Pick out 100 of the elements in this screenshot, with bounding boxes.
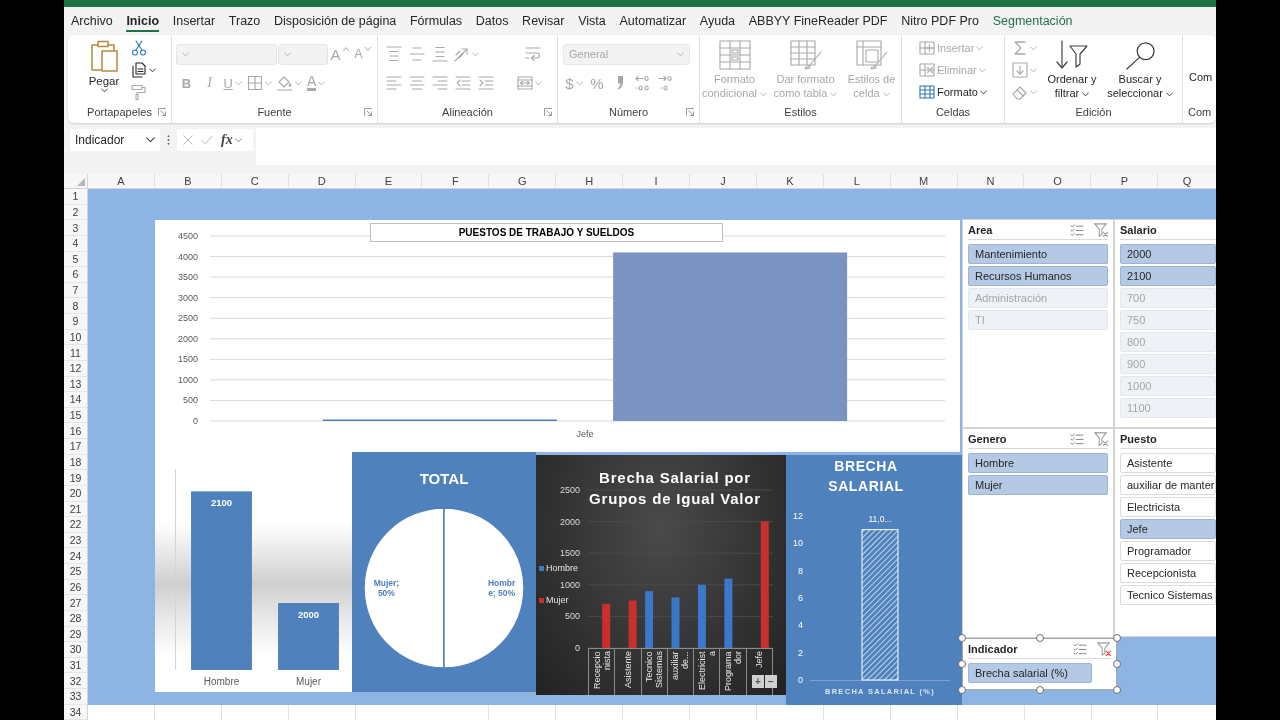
- ribbon-tab[interactable]: Inicio: [126, 12, 160, 32]
- slicer-item[interactable]: Hombre: [968, 453, 1108, 473]
- row-header[interactable]: 14: [64, 392, 87, 408]
- column-header[interactable]: F: [422, 174, 490, 188]
- ribbon-tab[interactable]: Datos: [475, 12, 509, 32]
- dialog-launcher-icon[interactable]: [686, 108, 694, 116]
- row-header[interactable]: 26: [64, 579, 87, 596]
- row-header[interactable]: 15: [64, 407, 87, 424]
- formula-input[interactable]: [256, 128, 1216, 165]
- row-header[interactable]: 32: [64, 673, 87, 689]
- ribbon-tab[interactable]: Fórmulas: [410, 12, 463, 32]
- row-header[interactable]: 22: [64, 517, 87, 533]
- dialog-launcher-icon[interactable]: [158, 108, 166, 116]
- funnel-cross-icon[interactable]: [1094, 431, 1108, 446]
- checklist-icon[interactable]: [1073, 642, 1087, 655]
- slicer-item[interactable]: Mantenimiento: [968, 244, 1108, 264]
- row-header[interactable]: 23: [64, 532, 87, 549]
- dialog-launcher-icon[interactable]: [364, 108, 372, 116]
- column-header[interactable]: G: [489, 174, 557, 188]
- row-header[interactable]: 34: [64, 704, 87, 720]
- ribbon-tab[interactable]: Archivo: [71, 12, 113, 32]
- resize-handle[interactable]: [1113, 634, 1121, 642]
- ribbon-tab[interactable]: Disposición de página: [274, 12, 397, 32]
- column-header[interactable]: H: [556, 174, 624, 188]
- paste-button[interactable]: Pegar: [81, 35, 127, 101]
- column-header[interactable]: I: [623, 174, 690, 188]
- slicer-item[interactable]: Recepcionista: [1120, 563, 1216, 583]
- checklist-icon[interactable]: [1070, 223, 1084, 236]
- row-header[interactable]: 24: [64, 548, 87, 564]
- resize-handle[interactable]: [1113, 660, 1121, 668]
- slicer-item[interactable]: Electricista: [1120, 497, 1216, 517]
- row-header[interactable]: 30: [64, 642, 87, 658]
- ribbon-tab[interactable]: ABBYY FineReader PDF: [748, 12, 888, 32]
- sort-filter-button[interactable]: Ordenar y filtrar: [1041, 35, 1103, 101]
- field-button[interactable]: −: [765, 675, 777, 688]
- row-header[interactable]: 3: [64, 220, 87, 236]
- row-header[interactable]: 11: [64, 345, 87, 361]
- row-header[interactable]: 21: [64, 501, 87, 518]
- corner-triangle-icon[interactable]: [77, 178, 85, 186]
- row-header[interactable]: 5: [64, 251, 87, 268]
- checklist-icon[interactable]: [1070, 432, 1084, 445]
- resize-handle[interactable]: [1035, 634, 1044, 642]
- funnel-cross-icon[interactable]: [1094, 222, 1108, 237]
- column-header[interactable]: P: [1091, 174, 1159, 188]
- slicer-item[interactable]: 2000: [1120, 244, 1216, 264]
- row-header[interactable]: 8: [64, 298, 87, 314]
- column-header[interactable]: C: [221, 174, 289, 188]
- row-header[interactable]: 10: [64, 329, 87, 346]
- slicer-item[interactable]: Mujer: [968, 475, 1108, 495]
- row-header[interactable]: 1: [64, 189, 87, 205]
- ribbon-tab[interactable]: Segmentación: [992, 12, 1073, 32]
- resize-handle[interactable]: [1035, 686, 1044, 694]
- column-header[interactable]: O: [1024, 174, 1092, 188]
- resize-handle[interactable]: [958, 686, 966, 694]
- copy-button[interactable]: [129, 59, 158, 81]
- ribbon-tab[interactable]: Automatizar: [619, 12, 687, 32]
- row-header[interactable]: 9: [64, 314, 87, 330]
- ribbon-tab[interactable]: Revisar: [522, 12, 565, 32]
- column-header[interactable]: J: [690, 174, 757, 188]
- addins-button[interactable]: Com: [1183, 35, 1213, 101]
- slicer-item[interactable]: Tecnico Sistemas: [1120, 585, 1216, 605]
- column-header[interactable]: D: [288, 174, 356, 188]
- column-header[interactable]: E: [355, 174, 423, 188]
- row-header[interactable]: 18: [64, 454, 87, 471]
- row-header[interactable]: 4: [64, 235, 87, 252]
- column-header[interactable]: B: [154, 174, 222, 188]
- dialog-launcher-icon[interactable]: [544, 108, 552, 116]
- ribbon-tab[interactable]: Trazo: [228, 12, 261, 32]
- column-header[interactable]: A: [88, 174, 155, 188]
- row-header[interactable]: 28: [64, 610, 87, 627]
- row-header[interactable]: 25: [64, 564, 87, 580]
- resize-handle[interactable]: [958, 634, 966, 642]
- format-cells-button[interactable]: Formato: [917, 81, 989, 103]
- resize-handle[interactable]: [958, 660, 966, 668]
- insert-function-button[interactable]: fx: [221, 132, 242, 148]
- row-header[interactable]: 6: [64, 267, 87, 283]
- ribbon-tab[interactable]: Vista: [578, 12, 606, 32]
- slicer-item[interactable]: Asistente: [1120, 453, 1216, 473]
- row-header[interactable]: 29: [64, 626, 87, 643]
- ribbon-tab[interactable]: Ayuda: [699, 12, 736, 32]
- column-header[interactable]: N: [957, 174, 1025, 188]
- column-header[interactable]: L: [823, 174, 891, 188]
- slicer-item[interactable]: Brecha salarial (%): [968, 663, 1092, 683]
- row-header[interactable]: 27: [64, 595, 87, 611]
- row-header[interactable]: 2: [64, 204, 87, 221]
- column-header[interactable]: Q: [1158, 174, 1216, 188]
- slicer-item[interactable]: Programador: [1120, 541, 1216, 561]
- slicer-item[interactable]: 2100: [1120, 266, 1216, 286]
- kebab-menu-icon[interactable]: [167, 134, 170, 146]
- funnel-cross-icon[interactable]: [1097, 641, 1111, 656]
- resize-handle[interactable]: [1113, 686, 1121, 694]
- row-header[interactable]: 19: [64, 470, 87, 486]
- field-button[interactable]: +: [752, 675, 764, 688]
- row-header[interactable]: 16: [64, 423, 87, 439]
- slicer-item[interactable]: Jefe: [1120, 519, 1216, 539]
- row-header[interactable]: 13: [64, 376, 87, 393]
- slicer-item[interactable]: Recursos Humanos: [968, 266, 1108, 286]
- row-header[interactable]: 33: [64, 689, 87, 705]
- column-header[interactable]: M: [890, 174, 958, 188]
- row-header[interactable]: 12: [64, 360, 87, 377]
